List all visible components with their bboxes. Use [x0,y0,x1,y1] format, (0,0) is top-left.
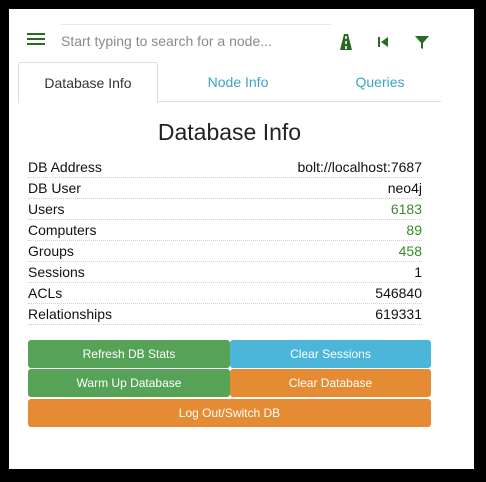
path-finding-icon[interactable] [336,32,356,52]
stat-label: ACLs [28,285,63,301]
filter-icon[interactable] [412,32,432,52]
stat-row-sessions: Sessions 1 [28,262,422,283]
menu-icon[interactable] [27,33,45,47]
stat-label: DB User [28,180,81,196]
stat-value: 546840 [375,285,422,301]
clear-sessions-button[interactable]: Clear Sessions [230,340,431,368]
stat-row-acls: ACLs 546840 [28,283,422,304]
stat-value: 89 [406,222,422,238]
stat-value: neo4j [387,180,422,196]
logout-switch-db-button[interactable]: Log Out/Switch DB [28,399,431,427]
stat-row-db-user: DB User neo4j [28,178,422,199]
clear-database-button[interactable]: Clear Database [230,369,431,397]
refresh-db-stats-button[interactable]: Refresh DB Stats [28,340,230,368]
stat-label: Relationships [28,306,113,322]
stat-value: 619331 [375,306,422,322]
stat-label: Sessions [28,264,85,280]
tab-database-info[interactable]: Database Info [18,62,158,103]
stat-label: Groups [28,243,74,259]
stat-row-groups: Groups 458 [28,241,422,262]
stat-value: bolt://localhost:7687 [297,159,422,175]
tab-queries[interactable]: Queries [310,62,450,102]
stat-label: DB Address [28,159,102,175]
node-search-input[interactable] [61,24,331,58]
stat-value: 458 [398,243,422,259]
stat-row-db-address: DB Address bolt://localhost:7687 [28,157,422,178]
bloodhound-panel: Database Info Node Info Queries Database… [9,9,474,469]
stat-label: Computers [28,222,97,238]
stat-row-computers: Computers 89 [28,220,422,241]
stat-row-users: Users 6183 [28,199,422,220]
stat-value: 1 [414,264,422,280]
search-bar [9,9,474,64]
warm-up-database-button[interactable]: Warm Up Database [28,369,230,397]
stat-value: 6183 [390,201,422,217]
page-title: Database Info [157,119,302,145]
stat-row-relationships: Relationships 619331 [28,304,422,325]
stat-label: Users [28,201,65,217]
tab-node-info[interactable]: Node Info [168,62,308,102]
db-stats-table: DB Address bolt://localhost:7687 DB User… [28,157,422,325]
info-tabs: Database Info Node Info Queries [18,62,441,103]
back-icon[interactable] [374,32,394,52]
